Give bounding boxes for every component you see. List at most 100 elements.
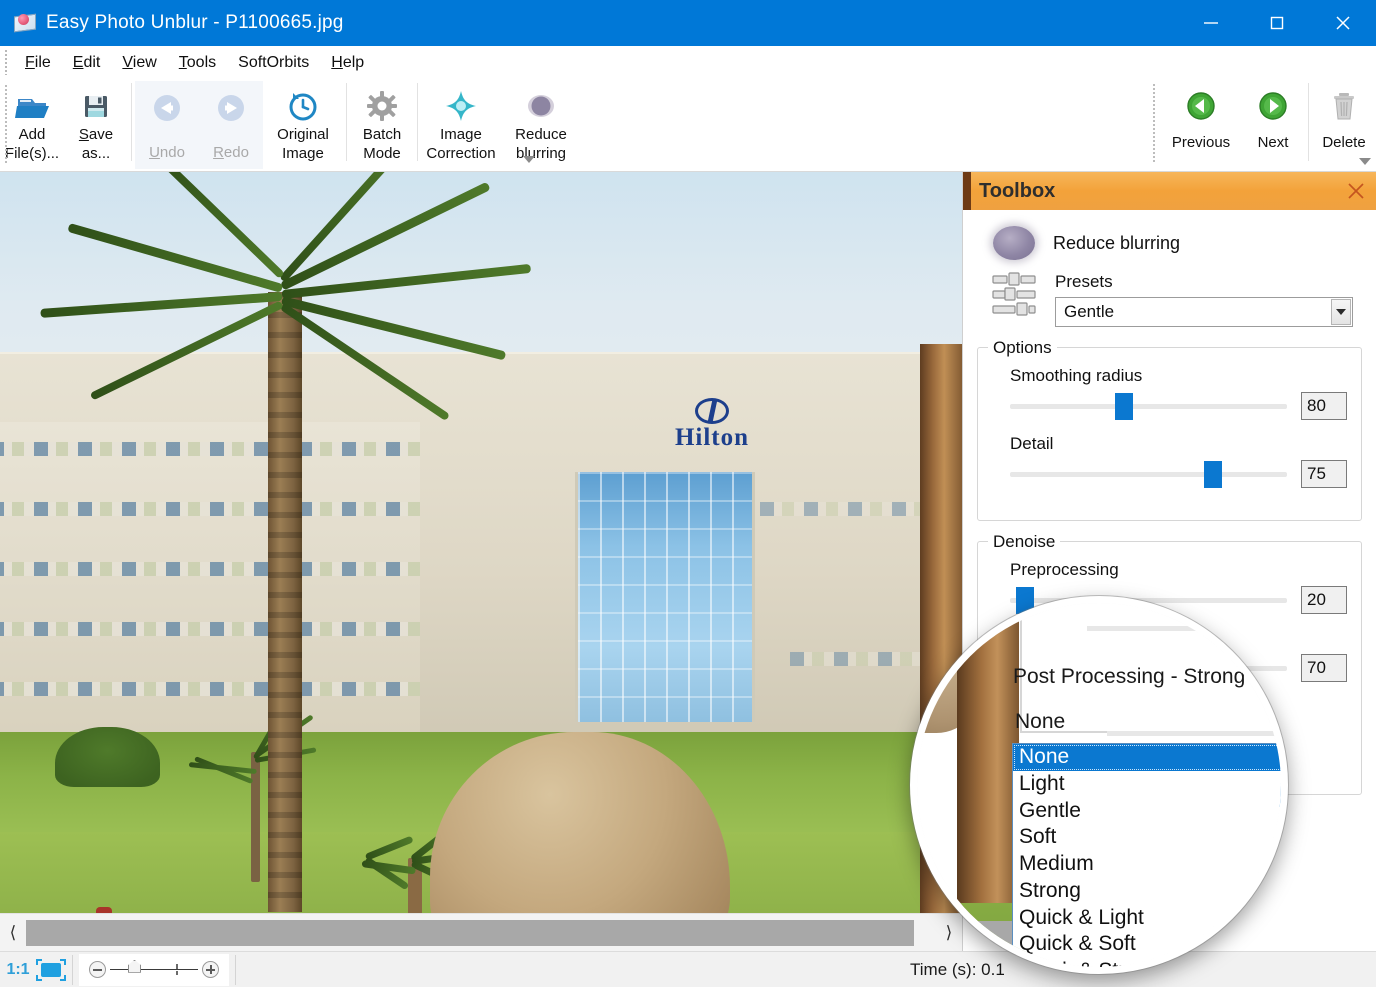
redo-button[interactable]: Redo	[199, 81, 263, 169]
application-window: Easy Photo Unblur - P1100665.jpg FFileil…	[0, 0, 1376, 987]
magnified-dropdown-list[interactable]: None Light Gentle Soft Medium Strong Qui…	[1012, 743, 1281, 967]
magnified-scrollbar	[917, 921, 1027, 945]
close-button[interactable]	[1310, 0, 1376, 46]
maximize-button[interactable]	[1244, 0, 1310, 46]
app-icon	[14, 13, 36, 33]
hilton-sign-text: Hilton	[674, 424, 750, 451]
menu-file[interactable]: FFileile	[14, 52, 62, 74]
arrow-left-circle-icon	[151, 89, 183, 127]
dropdown-option-strong[interactable]: Strong	[1013, 878, 1281, 905]
magnifier-content: ⟩ Time (s): 0.1 Post Processing - Strong…	[917, 603, 1281, 967]
slider-thumb[interactable]	[1115, 393, 1134, 420]
dropdown-option-light[interactable]: Light	[1013, 771, 1281, 798]
toolbar-file-group: Add File(s)... Save as...	[0, 79, 128, 171]
window-title: Easy Photo Unblur - P1100665.jpg	[46, 12, 344, 33]
menu-softorbits[interactable]: SoftOrbits	[227, 52, 320, 74]
scrollbar-track[interactable]	[26, 917, 936, 948]
zoom-ratio-label[interactable]: 1:1	[0, 961, 36, 979]
toolbox-title: Toolbox	[979, 179, 1056, 202]
presets-control: Presets Gentle	[1055, 272, 1362, 327]
original-image-button[interactable]: Original Image	[263, 79, 343, 167]
teal-star-icon	[444, 87, 478, 125]
toolbar-overflow-right-chevron-down-icon[interactable]	[1357, 154, 1373, 168]
dropdown-option-medium[interactable]: Medium	[1013, 851, 1281, 878]
toolbar-separator-1	[131, 83, 132, 161]
minimize-button[interactable]	[1178, 0, 1244, 46]
menu-bar: FFileile Edit View Tools SoftOrbits Help	[0, 46, 1376, 79]
status-separator-1	[72, 954, 73, 985]
arrow-right-circle-icon	[215, 89, 247, 127]
zoom-slider-handle[interactable]	[128, 959, 141, 973]
toolbar-overflow-chevron-down-icon[interactable]	[520, 153, 538, 165]
next-label: Next	[1257, 134, 1289, 151]
presets-value: Gentle	[1064, 302, 1115, 321]
toolbar-separator-3	[417, 83, 418, 161]
magnified-slider-track-upper	[1087, 626, 1281, 631]
sliders-icon	[991, 272, 1037, 320]
menu-edit[interactable]: Edit	[62, 52, 112, 74]
original-image-label-2: Image	[282, 144, 324, 162]
chevron-down-icon[interactable]	[1331, 299, 1351, 325]
menu-view[interactable]: View	[111, 52, 167, 74]
magnifier-lens: ⟩ Time (s): 0.1 Post Processing - Strong…	[910, 596, 1288, 974]
toolbox-header: Toolbox	[963, 172, 1376, 210]
dropdown-option-soft[interactable]: Soft	[1013, 824, 1281, 851]
scrollbar-thumb[interactable]	[26, 919, 914, 946]
title-bar: Easy Photo Unblur - P1100665.jpg	[0, 0, 1376, 46]
menu-help[interactable]: Help	[320, 52, 375, 74]
detail-label: Detail	[1010, 434, 1054, 453]
dropdown-option-gentle[interactable]: Gentle	[1013, 798, 1281, 825]
image-correction-label-1: Image	[440, 126, 482, 143]
zoom-slider-track[interactable]	[110, 959, 198, 975]
toolbar-separator-2	[346, 83, 347, 161]
menu-tools[interactable]: Tools	[168, 52, 227, 74]
previous-label: Previous	[1171, 134, 1231, 151]
save-as-button[interactable]: Save as...	[64, 79, 128, 167]
next-button[interactable]: Next	[1241, 79, 1305, 167]
minus-circle-icon[interactable]	[89, 961, 106, 978]
smoothing-radius-value[interactable]: 80	[1301, 392, 1347, 420]
toolbar-separator-4	[1308, 83, 1309, 161]
dropdown-option-none[interactable]: None	[1013, 744, 1281, 771]
undo-button[interactable]: Undo	[135, 81, 199, 169]
zoom-slider[interactable]	[79, 953, 229, 986]
presets-row: Presets Gentle	[977, 272, 1362, 327]
fit-to-screen-icon[interactable]	[36, 958, 66, 981]
close-icon[interactable]	[1345, 180, 1367, 202]
smoothing-radius-slider[interactable]	[1010, 393, 1287, 420]
preprocessing-value[interactable]: 20	[1301, 586, 1347, 614]
save-as-label-1: Save	[78, 126, 114, 143]
slider-track	[1010, 472, 1287, 477]
postprocessing-value[interactable]: 70	[1301, 654, 1347, 682]
gear-icon	[366, 87, 398, 125]
batch-mode-label-2: Mode	[363, 144, 401, 162]
photo-palm-trunk	[268, 292, 302, 912]
detail-value[interactable]: 75	[1301, 460, 1347, 488]
presets-combobox[interactable]: Gentle	[1055, 297, 1353, 327]
dropdown-option-quick-light[interactable]: Quick & Light	[1013, 905, 1281, 932]
add-files-label-1: Add	[18, 126, 46, 143]
purple-blob-icon	[993, 226, 1035, 260]
previous-button[interactable]: Previous	[1161, 79, 1241, 167]
undo-label: Undo	[149, 144, 185, 161]
chevron-left-icon[interactable]: ⟨	[0, 914, 26, 952]
dropdown-option-quick-soft[interactable]: Quick & Soft	[1013, 931, 1281, 958]
open-folder-icon	[15, 87, 49, 125]
window-controls	[1178, 0, 1376, 46]
preprocessing-label: Preprocessing	[1010, 560, 1119, 579]
green-right-circle-icon	[1258, 87, 1288, 125]
batch-mode-button[interactable]: Batch Mode	[350, 79, 414, 167]
detail-slider[interactable]	[1010, 461, 1287, 488]
slider-thumb[interactable]	[1203, 461, 1222, 488]
add-files-button[interactable]: Add File(s)...	[0, 79, 64, 167]
toolbar-grip	[1153, 84, 1155, 164]
toolbox-tool-name: Reduce blurring	[1053, 232, 1181, 253]
slider-track	[1010, 404, 1287, 409]
image-correction-label-2: Correction	[426, 144, 496, 162]
reduce-blurring-button[interactable]: Reduce blurring	[501, 79, 581, 167]
canvas-horizontal-scrollbar[interactable]: ⟨ ⟩	[0, 913, 962, 951]
image-correction-button[interactable]: Image Correction	[421, 79, 501, 167]
image-canvas[interactable]: Hilton	[0, 172, 962, 913]
options-group: Options Smoothing radius 80 Detail 75	[977, 338, 1362, 521]
plus-circle-icon[interactable]	[202, 961, 219, 978]
